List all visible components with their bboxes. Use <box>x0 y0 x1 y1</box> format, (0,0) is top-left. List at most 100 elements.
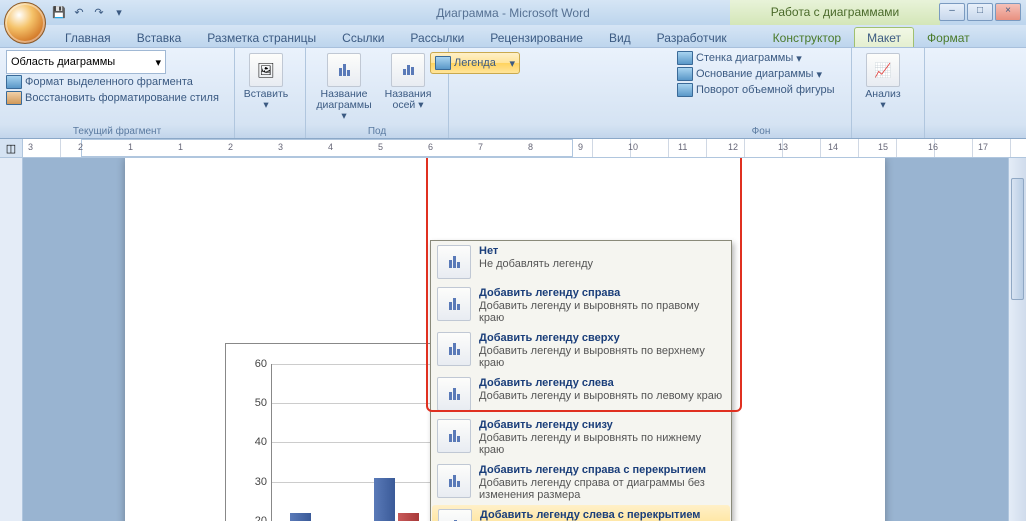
axis-titles-button[interactable]: Названия осей ▾ <box>379 50 437 112</box>
analysis-icon: 📈 <box>866 53 900 87</box>
rotate-3d-button[interactable]: Поворот объемной фигуры <box>677 82 845 98</box>
legend-option-icon <box>437 419 471 453</box>
legend-option-icon <box>437 287 471 321</box>
tab-Конструктор[interactable]: Конструктор <box>760 27 854 47</box>
axis-titles-icon <box>391 53 425 87</box>
ruler-tick: 1 <box>128 142 133 152</box>
tab-Рассылки[interactable]: Рассылки <box>397 27 477 47</box>
ruler-corner[interactable]: ◫ <box>0 139 23 157</box>
legend-option-desc: Добавить легенду и выровнять по левому к… <box>479 390 725 402</box>
ruler-tick: 13 <box>778 142 788 152</box>
tab-Главная[interactable]: Главная <box>52 27 124 47</box>
maximize-button[interactable]: □ <box>967 3 993 21</box>
tab-Формат[interactable]: Формат <box>914 27 983 47</box>
tab-Ссылки[interactable]: Ссылки <box>329 27 397 47</box>
legend-option-icon <box>437 377 471 411</box>
vertical-scrollbar[interactable] <box>1008 158 1026 521</box>
ruler-tick: 6 <box>428 142 433 152</box>
legend-dropdown-menu: НетНе добавлять легендуДобавить легенду … <box>430 240 732 521</box>
ruler-tick: 9 <box>578 142 583 152</box>
group-label: Текущий фрагмент <box>0 126 234 137</box>
ruler-tick: 16 <box>928 142 938 152</box>
legend-option-desc: Добавить легенду и выровнять по верхнему… <box>479 345 725 369</box>
legend-option-desc: Не добавлять легенду <box>479 258 725 270</box>
tab-Разработчик[interactable]: Разработчик <box>644 27 740 47</box>
legend-option-title: Нет <box>479 245 725 257</box>
chart-element-selector[interactable]: Область диаграммы▾ <box>6 50 166 74</box>
legend-option-3[interactable]: Добавить легенду слеваДобавить легенду и… <box>431 373 731 415</box>
legend-option-icon <box>437 332 471 366</box>
tab-Разметка страницы[interactable]: Разметка страницы <box>194 27 329 47</box>
legend-option-0[interactable]: НетНе добавлять легенду <box>431 241 731 283</box>
legend-option-desc: Добавить легенду справа от диаграммы без… <box>479 477 725 501</box>
ruler-tick: 3 <box>28 142 33 152</box>
legend-option-2[interactable]: Добавить легенду сверхуДобавить легенду … <box>431 328 731 373</box>
ribbon: Область диаграммы▾ Формат выделенного фр… <box>0 47 1026 139</box>
office-button[interactable] <box>4 2 46 44</box>
legend-option-title: Добавить легенду снизу <box>479 419 725 431</box>
legend-icon <box>435 56 451 70</box>
chart-bar <box>398 513 419 521</box>
legend-option-desc: Добавить легенду и выровнять по правому … <box>479 300 725 324</box>
legend-button[interactable]: Легенда▾ <box>430 52 520 74</box>
chart-y-tick: 30 <box>242 476 267 488</box>
ruler-tick: 12 <box>728 142 738 152</box>
chart-y-tick: 50 <box>242 397 267 409</box>
reset-style-button[interactable]: Восстановить форматирование стиля <box>6 90 228 106</box>
chart-bar <box>374 478 395 521</box>
tab-Рецензирование[interactable]: Рецензирование <box>477 27 596 47</box>
chart-title-icon <box>327 53 361 87</box>
tab-Вставка[interactable]: Вставка <box>124 27 195 47</box>
insert-button[interactable]: 🖼 Вставить▾ <box>241 50 291 112</box>
ruler-tick: 7 <box>478 142 483 152</box>
ruler-tick: 8 <box>528 142 533 152</box>
quick-access-toolbar: 💾 ↶ ↷ ▾ <box>50 3 128 21</box>
legend-option-title: Добавить легенду справа с перекрытием <box>479 464 725 476</box>
legend-option-title: Добавить легенду слева <box>479 377 725 389</box>
save-icon[interactable]: 💾 <box>50 3 68 21</box>
legend-option-1[interactable]: Добавить легенду справаДобавить легенду … <box>431 283 731 328</box>
ribbon-tabs: ГлавнаяВставкаРазметка страницыСсылкиРас… <box>0 25 1026 47</box>
chart-y-tick: 60 <box>242 358 267 370</box>
ruler-tick: 17 <box>978 142 988 152</box>
minimize-button[interactable]: – <box>939 3 965 21</box>
redo-icon[interactable]: ↷ <box>90 3 108 21</box>
analysis-button[interactable]: 📈 Анализ▾ <box>858 50 908 112</box>
ruler-tick: 5 <box>378 142 383 152</box>
chart-floor-button[interactable]: Основание диаграммы ▾ <box>677 66 845 82</box>
ruler-tick: 11 <box>678 142 687 152</box>
legend-option-5[interactable]: Добавить легенду справа с перекрытиемДоб… <box>431 460 731 505</box>
ruler-tick: 15 <box>878 142 888 152</box>
legend-option-6[interactable]: Добавить легенду слева с перекрытиемДоба… <box>432 505 730 521</box>
undo-icon[interactable]: ↶ <box>70 3 88 21</box>
tab-Вид[interactable]: Вид <box>596 27 644 47</box>
legend-option-icon <box>437 245 471 279</box>
ruler-tick: 10 <box>628 142 638 152</box>
legend-option-icon <box>438 509 472 521</box>
chart-wall-button[interactable]: Стенка диаграммы ▾ <box>677 50 845 66</box>
legend-option-4[interactable]: Добавить легенду снизуДобавить легенду и… <box>431 415 731 460</box>
ruler-tick: 2 <box>228 142 233 152</box>
vertical-ruler <box>0 158 23 521</box>
ruler-tick: 1 <box>178 142 183 152</box>
scrollbar-thumb[interactable] <box>1011 178 1024 300</box>
ruler-tick: 2 <box>78 142 83 152</box>
legend-option-icon <box>437 464 471 498</box>
horizontal-ruler: ◫ 3211234567891011121314151617 <box>0 139 1026 158</box>
ruler-tick: 14 <box>828 142 838 152</box>
format-selection-button[interactable]: Формат выделенного фрагмента <box>6 74 228 90</box>
chart-bar <box>290 513 311 521</box>
title-bar: 💾 ↶ ↷ ▾ Диаграмма - Microsoft Word Работ… <box>0 0 1026 25</box>
chart-y-tick: 20 <box>242 515 267 521</box>
ruler-tick: 4 <box>328 142 333 152</box>
qat-dropdown-icon[interactable]: ▾ <box>110 3 128 21</box>
group-label: Фон <box>671 126 851 137</box>
close-button[interactable]: × <box>995 3 1021 21</box>
tab-Макет[interactable]: Макет <box>854 27 914 47</box>
group-label: Под <box>306 126 448 137</box>
chart-title-button[interactable]: Название диаграммы ▾ <box>312 50 376 123</box>
document-area: 0102030405060Вечерний звонРоссийскийСлив… <box>0 158 1026 521</box>
contextual-tab-title: Работа с диаграммами <box>730 0 940 25</box>
chart-y-tick: 40 <box>242 436 267 448</box>
legend-option-title: Добавить легенду слева с перекрытием <box>480 509 724 521</box>
